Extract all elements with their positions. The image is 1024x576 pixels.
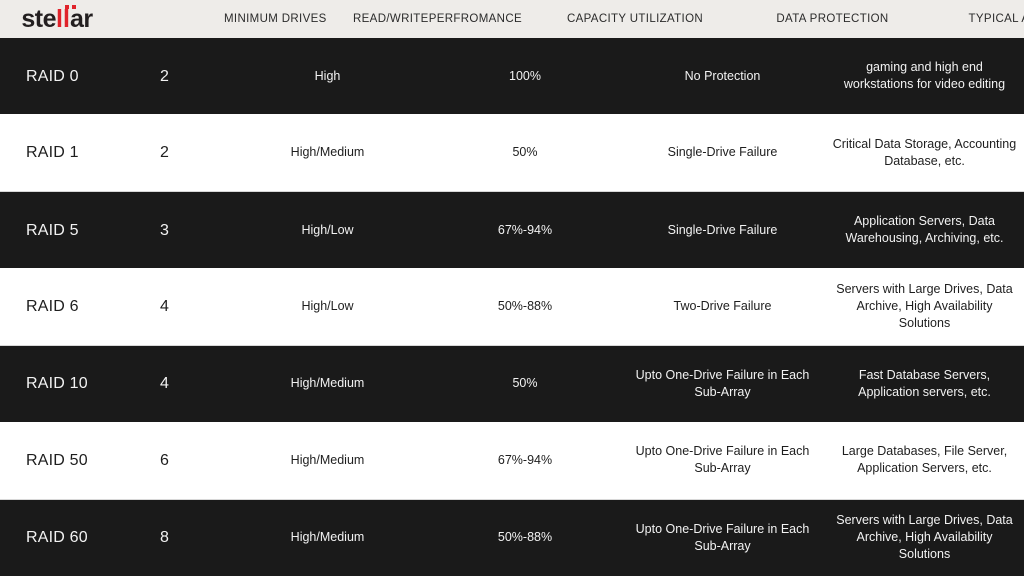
cell-minimum-drives: 2 (160, 144, 169, 162)
cell-data-protection: Two-Drive Failure (673, 298, 772, 313)
cell-minimum-drives: 6 (160, 451, 169, 469)
cell-minimum-drives: 4 (160, 375, 169, 393)
brand-logo: stellar (0, 4, 110, 33)
table-header-row: stellar MINIMUM DRIVES READ/WRITEPERFROM… (0, 0, 1024, 38)
cell-read-write-performance: High/Medium (290, 145, 365, 160)
column-header-minimum-drives: MINIMUM DRIVES (224, 13, 327, 25)
table-row: RAID 10 4 High/Medium 50% Upto One-Drive Fai… (0, 345, 1024, 423)
logo-text-first: ste (21, 4, 57, 33)
cell-capacity-utilization: 50% (512, 376, 538, 391)
column-header-data-protection: DATA PROTECTION (776, 13, 889, 25)
cell-minimum-drives: 8 (160, 529, 169, 547)
cell-data-protection: No Protection (684, 68, 761, 83)
cell-minimum-drives: 3 (160, 221, 169, 239)
cell-typical-application: Servers with Large Drives, Data Archive,… (836, 281, 1013, 330)
cell-capacity-utilization: 67%-94% (497, 222, 553, 237)
cell-raid-level: RAID 5 (26, 221, 79, 239)
cell-typical-application: gaming and high end workstations for vid… (843, 60, 1006, 92)
cell-raid-level: RAID 1 (26, 144, 79, 162)
umlaut-dots-icon (65, 4, 81, 10)
cell-data-protection: Upto One-Drive Failure in Each Sub-Array (635, 444, 810, 476)
cell-read-write-performance: High/Low (301, 222, 354, 237)
column-header-read-write-performance: READ/WRITEPERFROMANCE (353, 13, 522, 25)
cell-data-protection: Upto One-Drive Failure in Each Sub-Array (635, 521, 810, 553)
cell-typical-application: Critical Data Storage, Accounting Databa… (832, 136, 1017, 168)
table-row: RAID 1 2 High/Medium 50% Single-Drive Failur… (0, 114, 1024, 192)
cell-data-protection: Single-Drive Failure (667, 145, 778, 160)
cell-data-protection: Single-Drive Failure (667, 222, 778, 237)
table-row: RAID 0 2 High 100% No Protection gaming and h… (0, 38, 1024, 115)
cell-capacity-utilization: 50%-88% (497, 298, 553, 313)
cell-raid-level: RAID 10 (26, 375, 88, 393)
cell-typical-application: Fast Database Servers, Application serve… (858, 367, 991, 399)
cell-raid-level: RAID 50 (26, 451, 88, 469)
cell-read-write-performance: High/Medium (290, 452, 365, 467)
cell-capacity-utilization: 67%-94% (497, 452, 553, 467)
cell-read-write-performance: High/Low (301, 298, 354, 313)
table-row: RAID 60 8 High/Medium 50%-88% Upto One-Drive… (0, 499, 1024, 576)
cell-typical-application: Servers with Large Drives, Data Archive,… (836, 513, 1013, 562)
cell-read-write-performance: High/Medium (290, 376, 365, 391)
cell-capacity-utilization: 50% (512, 145, 538, 160)
cell-minimum-drives: 2 (160, 67, 169, 85)
table-row: RAID 5 3 High/Low 67%-94% Single-Drive Failu… (0, 191, 1024, 269)
cell-typical-application: Application Servers, Data Warehousing, A… (845, 214, 1004, 246)
cell-capacity-utilization: 50%-88% (497, 530, 553, 545)
raid-comparison-table: stellar MINIMUM DRIVES READ/WRITEPERFROM… (0, 0, 1024, 576)
cell-read-write-performance: High (314, 68, 341, 83)
column-header-typical-application: TYPICAL APPLICATION (968, 13, 1024, 25)
cell-raid-level: RAID 60 (26, 529, 88, 547)
cell-data-protection: Upto One-Drive Failure in Each Sub-Array (635, 367, 810, 399)
cell-capacity-utilization: 100% (509, 68, 541, 83)
table-body: RAID 0 2 High 100% No Protection gaming and h… (0, 38, 1024, 576)
cell-read-write-performance: High/Medium (290, 530, 365, 545)
table-row: RAID 6 4 High/Low 50%-88% Two-Drive Failure S… (0, 268, 1024, 346)
cell-typical-application: Large Databases, File Server, Applicatio… (841, 444, 1008, 476)
cell-raid-level: RAID 6 (26, 297, 79, 315)
cell-minimum-drives: 4 (160, 297, 169, 315)
column-header-capacity-utilization: CAPACITY UTILIZATION (566, 13, 704, 25)
table-row: RAID 50 6 High/Medium 67%-94% Upto One-Drive… (0, 422, 1024, 500)
cell-raid-level: RAID 0 (26, 67, 79, 85)
stellar-logo-text: stellar (21, 4, 93, 33)
